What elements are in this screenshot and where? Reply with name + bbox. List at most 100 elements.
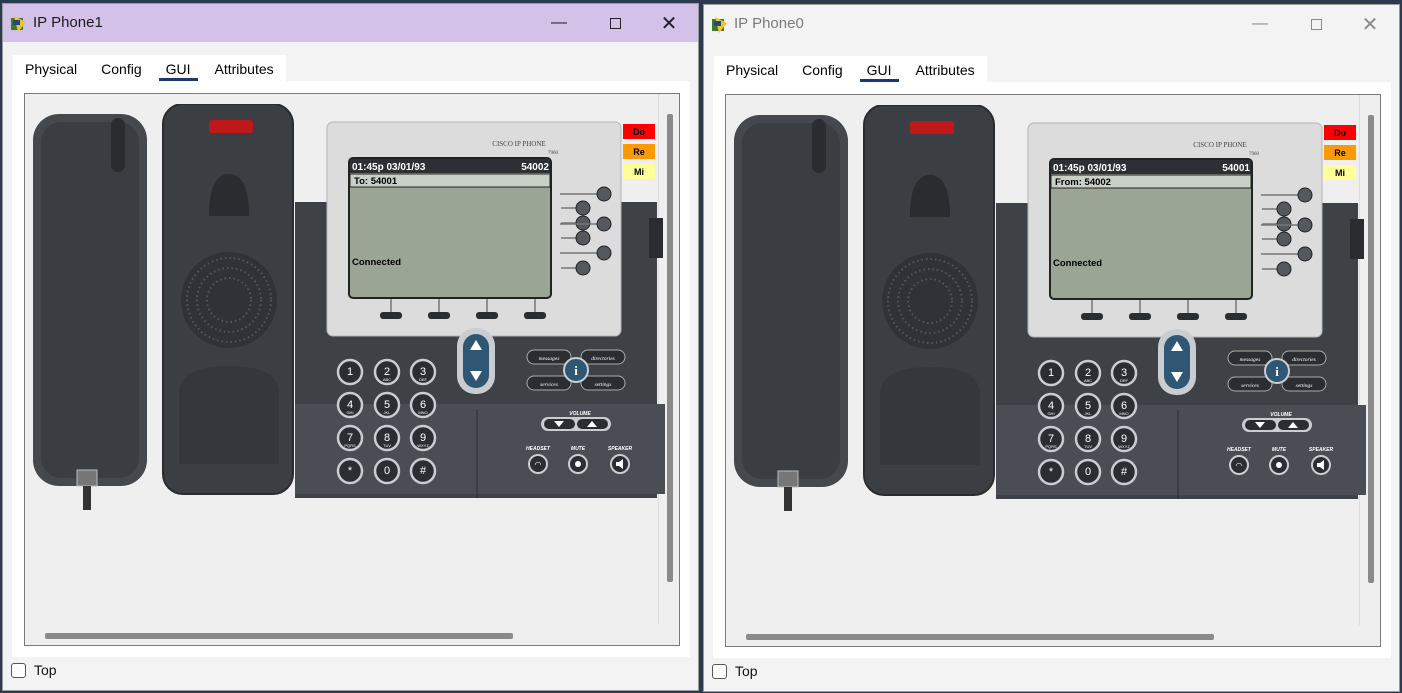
line-button[interactable]: [575, 260, 591, 276]
key-3[interactable]: 4 GHI: [1037, 392, 1065, 420]
close-button[interactable]: ✕: [646, 8, 692, 38]
mi-label: Mi: [1335, 168, 1345, 178]
key-10[interactable]: 0: [1074, 458, 1102, 486]
line-button[interactable]: [1276, 216, 1292, 232]
model-label: 7960: [548, 151, 559, 156]
close-icon: ✕: [1361, 13, 1379, 36]
key-8[interactable]: 9 WXYZ: [1110, 425, 1138, 453]
vertical-scrollbar[interactable]: [667, 114, 673, 582]
softkey-button[interactable]: [1177, 313, 1199, 320]
packet-tracer-icon: [712, 17, 727, 33]
line-button[interactable]: [596, 186, 612, 202]
key-0[interactable]: 1: [1037, 359, 1065, 387]
horizontal-scrollbar[interactable]: [746, 634, 1214, 640]
key-9[interactable]: *: [336, 457, 364, 485]
maximize-button[interactable]: [592, 8, 638, 38]
line-button[interactable]: [1297, 246, 1313, 262]
tab-config[interactable]: Config: [790, 56, 854, 83]
top-checkbox[interactable]: [712, 663, 727, 679]
handset[interactable]: [33, 114, 147, 510]
line-button[interactable]: [1276, 261, 1292, 277]
minimize-button[interactable]: —: [1237, 9, 1283, 39]
headset-icon: ◠: [1236, 461, 1243, 470]
horizontal-scrollbar[interactable]: [45, 633, 513, 639]
line-button[interactable]: [1297, 217, 1313, 233]
key-7[interactable]: 8 TUV: [1074, 425, 1102, 453]
key-9[interactable]: *: [1037, 458, 1065, 486]
softkey-button[interactable]: [476, 312, 498, 319]
softkey-button[interactable]: [380, 312, 402, 319]
vertical-scrollbar[interactable]: [1368, 115, 1374, 583]
key-3[interactable]: 4 GHI: [336, 391, 364, 419]
maximize-button[interactable]: [1293, 9, 1339, 39]
key-1[interactable]: 2 ABC: [373, 358, 401, 386]
key-digit: #: [420, 465, 427, 477]
line-button[interactable]: [1276, 231, 1292, 247]
tab-physical[interactable]: Physical: [714, 56, 790, 83]
softkey-button[interactable]: [1129, 313, 1151, 320]
handset[interactable]: [734, 115, 848, 511]
mute-label: MUTE: [571, 446, 586, 452]
display-housing: CISCO IP PHONE 7960 01:45p 03/01/93 5400…: [326, 121, 622, 337]
tab-bar: Physical Config GUI Attributes: [13, 55, 286, 82]
line-button[interactable]: [575, 200, 591, 216]
maximize-icon: [609, 17, 621, 29]
key-5[interactable]: 6 MNO: [409, 391, 437, 419]
speaker-label: SPEAKER: [608, 446, 633, 452]
lcd-extension: 54001: [1222, 163, 1250, 174]
close-icon: ✕: [660, 12, 678, 35]
key-4[interactable]: 5 JKL: [373, 391, 401, 419]
key-6[interactable]: 7 PQRS: [336, 424, 364, 452]
re-label: Re: [1334, 148, 1346, 158]
line-button[interactable]: [1276, 201, 1292, 217]
message-waiting-light: [910, 121, 954, 134]
close-button[interactable]: ✕: [1347, 9, 1393, 39]
line-button[interactable]: [596, 245, 612, 261]
key-10[interactable]: 0: [373, 457, 401, 485]
directories-label: directories: [591, 356, 615, 362]
softkey-button[interactable]: [1081, 313, 1103, 320]
key-8[interactable]: 9 WXYZ: [409, 424, 437, 452]
volume-label: VOLUME: [1270, 412, 1292, 418]
key-letters: ABC: [1084, 378, 1092, 383]
tab-config[interactable]: Config: [89, 55, 153, 82]
tab-attributes[interactable]: Attributes: [203, 55, 286, 82]
key-2[interactable]: 3 DEF: [409, 358, 437, 386]
softkey-button[interactable]: [524, 312, 546, 319]
softkey-button[interactable]: [428, 312, 450, 319]
line-button[interactable]: [1297, 187, 1313, 203]
tab-physical[interactable]: Physical: [13, 55, 89, 82]
settings-label: settings: [1296, 383, 1313, 389]
key-11[interactable]: #: [409, 457, 437, 485]
title-bar[interactable]: IP Phone1 — ✕: [3, 4, 698, 42]
mute-icon: [1276, 462, 1282, 468]
key-1[interactable]: 2 ABC: [1074, 359, 1102, 387]
minimize-button[interactable]: —: [536, 8, 582, 38]
tab-gui[interactable]: GUI: [855, 56, 904, 83]
top-checkbox-label: Top: [34, 662, 57, 678]
navigation-rocker[interactable]: [1158, 329, 1196, 395]
top-checkbox[interactable]: [11, 662, 26, 678]
line-button[interactable]: [575, 215, 591, 231]
navigation-rocker[interactable]: [457, 328, 495, 394]
line-button[interactable]: [575, 230, 591, 246]
key-letters: TUV: [1084, 444, 1092, 449]
title-bar[interactable]: IP Phone0 — ✕: [704, 5, 1399, 43]
lcd-datetime: 01:45p 03/01/93: [1053, 163, 1127, 174]
brand-label: CISCO IP PHONE: [492, 140, 545, 148]
cradle: [162, 103, 294, 495]
key-5[interactable]: 6 MNO: [1110, 392, 1138, 420]
key-7[interactable]: 8 TUV: [373, 424, 401, 452]
key-2[interactable]: 3 DEF: [1110, 359, 1138, 387]
phone-graphic: CISCO IP PHONE 7960 01:45p 03/01/93 5400…: [33, 103, 665, 510]
tab-attributes[interactable]: Attributes: [904, 56, 987, 83]
line-button[interactable]: [596, 216, 612, 232]
tab-gui[interactable]: GUI: [154, 55, 203, 82]
key-0[interactable]: 1: [336, 358, 364, 386]
key-4[interactable]: 5 JKL: [1074, 392, 1102, 420]
softkey-button[interactable]: [1225, 313, 1247, 320]
key-letters: DEF: [419, 377, 428, 382]
key-letters: MNO: [418, 410, 427, 415]
key-11[interactable]: #: [1110, 458, 1138, 486]
key-6[interactable]: 7 PQRS: [1037, 425, 1065, 453]
